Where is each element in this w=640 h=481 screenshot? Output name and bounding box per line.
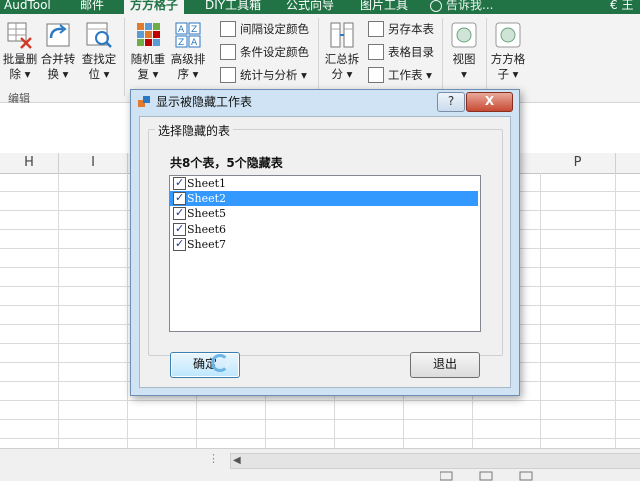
sheet-checkbox[interactable] xyxy=(173,236,186,251)
sheet-checkbox[interactable] xyxy=(173,190,186,205)
batch-delete-icon xyxy=(5,20,35,50)
grid-line xyxy=(0,438,640,439)
svg-text:A: A xyxy=(191,38,198,48)
ribbon-tab-bar: AudTool 邮件 方方格子 DIY工具箱 公式向导 图片工具 告诉我... … xyxy=(0,0,640,14)
find-locate-icon xyxy=(84,20,114,50)
advanced-sort-button[interactable]: AZZA 高级排 序 ▾ xyxy=(168,20,208,82)
grid-line xyxy=(0,400,640,401)
sheet-checkbox[interactable] xyxy=(173,205,186,220)
list-item[interactable]: Sheet7 xyxy=(170,236,478,252)
list-item[interactable]: Sheet6 xyxy=(170,221,478,237)
statistics-icon xyxy=(220,66,236,83)
random-repeat-button[interactable]: 随机重 复 ▾ xyxy=(128,20,168,82)
tab-picture-tools[interactable]: 图片工具 xyxy=(360,0,408,14)
tab-fangfang[interactable]: 方方格子 xyxy=(124,0,185,14)
hidden-count-label: 共8个表，5个隐藏表 xyxy=(170,156,283,170)
grid-line xyxy=(127,173,128,448)
column-header-h[interactable]: H xyxy=(0,153,59,173)
sort-az-icon: AZZA xyxy=(173,20,203,50)
list-item[interactable]: Sheet2 xyxy=(170,190,478,206)
lightbulb-icon xyxy=(430,0,442,12)
ribbon-separator xyxy=(486,18,487,96)
svg-text:Z: Z xyxy=(191,25,197,35)
list-item[interactable]: Sheet5 xyxy=(170,205,478,221)
grid-line xyxy=(615,173,616,448)
ok-button[interactable]: 确定 xyxy=(170,352,240,378)
sheet-checkbox[interactable] xyxy=(173,221,186,236)
summary-split-icon xyxy=(327,20,357,50)
close-button[interactable]: X xyxy=(466,92,513,112)
horizontal-scrollbar[interactable]: ◀ xyxy=(230,453,640,469)
tab-mail[interactable]: 邮件 xyxy=(80,0,104,14)
dialog-title: 显示被隐藏工作表 xyxy=(156,95,253,109)
dialog-app-icon xyxy=(138,96,150,107)
tab-formula-wizard[interactable]: 公式向导 xyxy=(286,0,334,14)
grid-line xyxy=(540,173,541,448)
table-directory-icon xyxy=(368,43,384,60)
sheet-directory-button[interactable]: 表格目录 xyxy=(368,43,434,61)
sheet-tab-splitter[interactable]: ⋮ xyxy=(208,452,220,465)
worksheet-icon xyxy=(368,66,384,83)
dialog-title-bar[interactable]: 显示被隐藏工作表 ? X xyxy=(131,90,519,114)
ribbon-separator xyxy=(124,18,125,96)
view-icon xyxy=(449,20,479,50)
column-header-p[interactable]: P xyxy=(540,153,616,173)
group-title: 选择隐藏的表 xyxy=(155,122,234,139)
tab-audtool[interactable]: AudTool xyxy=(4,0,51,14)
summary-split-button[interactable]: 汇总拆 分 ▾ xyxy=(322,20,362,82)
grid-line xyxy=(58,173,59,448)
scroll-left-icon[interactable]: ◀ xyxy=(233,455,241,466)
exit-button[interactable]: 退出 xyxy=(410,352,480,378)
find-locate-button[interactable]: 查找定 位 ▾ xyxy=(79,20,119,82)
ribbon-separator xyxy=(318,18,319,96)
grid-line xyxy=(0,419,640,420)
help-button[interactable]: ? xyxy=(437,92,465,112)
ribbon-separator xyxy=(442,18,443,96)
column-header-i[interactable]: I xyxy=(59,153,128,173)
loading-spinner-icon xyxy=(211,354,229,372)
tell-me-search[interactable]: 告诉我... xyxy=(430,0,493,14)
svg-text:A: A xyxy=(178,25,185,35)
conditional-color-button[interactable]: 条件设定颜色 xyxy=(220,43,309,61)
tab-diy-toolbox[interactable]: DIY工具箱 xyxy=(205,0,261,14)
batch-delete-button[interactable]: 批量删 除 ▾ xyxy=(0,20,40,82)
view-button[interactable]: 视图 ▾ xyxy=(444,20,484,82)
fangfang-icon xyxy=(493,20,523,50)
sheet-checkbox[interactable] xyxy=(173,175,186,190)
fangfang-button[interactable]: 方方格 子 ▾ xyxy=(488,20,528,82)
save-as-icon xyxy=(368,20,384,37)
list-item[interactable]: Sheet1 xyxy=(170,175,478,191)
interval-color-button[interactable]: 间隔设定颜色 xyxy=(220,20,309,38)
merge-convert-button[interactable]: 合并转 换 ▾ xyxy=(38,20,78,82)
status-bar: ⋮ ◀ xyxy=(0,448,640,481)
save-sheet-as-button[interactable]: 另存本表 xyxy=(368,20,434,38)
conditional-color-icon xyxy=(220,43,236,60)
user-account[interactable]: € 王 xyxy=(610,0,633,14)
worksheet-button[interactable]: 工作表 ▾ xyxy=(368,66,432,84)
hidden-sheets-listbox[interactable]: Sheet1 Sheet2 Sheet5 Sheet6 Sheet7 xyxy=(169,175,481,332)
statistics-analysis-button[interactable]: 统计与分析 ▾ xyxy=(220,66,307,84)
merge-convert-icon xyxy=(43,20,73,50)
random-repeat-icon xyxy=(133,20,163,50)
svg-text:Z: Z xyxy=(178,38,184,48)
interval-color-icon xyxy=(220,20,236,37)
